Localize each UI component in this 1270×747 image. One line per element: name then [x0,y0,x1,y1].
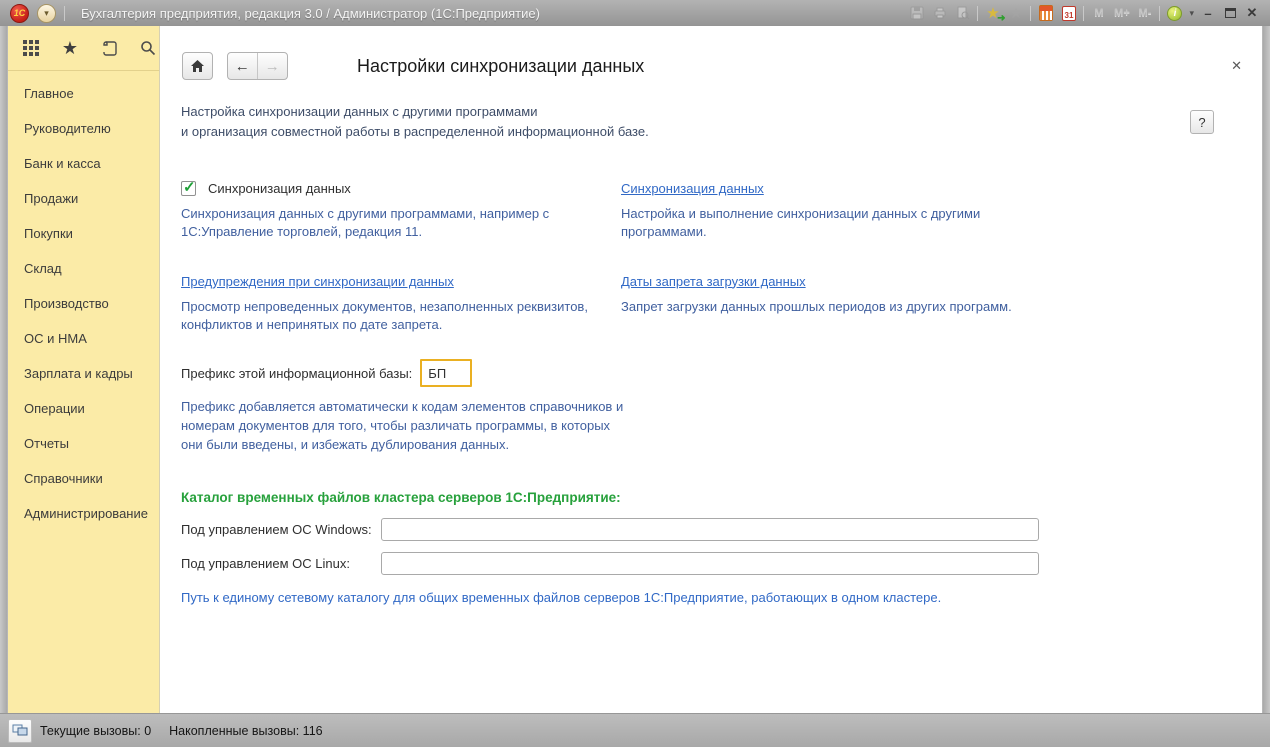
server-calls-icon [12,724,28,738]
memory-recall-button: M [1090,5,1107,22]
sidebar-item-bank-i-kassa[interactable]: Банк и касса [8,146,159,181]
performance-indicator-button[interactable] [8,719,32,743]
save-icon [908,5,925,22]
window-border-left [0,26,8,713]
memory-add-button: M+ [1113,5,1130,22]
print-icon [931,5,948,22]
search-icon[interactable] [139,39,157,57]
titlebar-tools: ★➜ ★ 31 M M+ M- i ▾ – ✕ [908,5,1270,22]
form-close-icon[interactable]: ✕ [1231,58,1242,74]
sync-link-block: Синхронизация данных Настройка и выполне… [621,178,1021,241]
intro-line-1: Настройка синхронизации данных с другими… [181,102,649,122]
app-window: 1С ▾ Бухгалтерия предприятия, редакция 3… [0,0,1270,747]
import-dates-link-desc: Запрет загрузки данных прошлых периодов … [621,298,1071,316]
sync-data-link[interactable]: Синхронизация данных [621,181,764,196]
sidebar-item-glavnoe[interactable]: Главное [8,76,159,111]
import-restriction-dates-link[interactable]: Даты запрета загрузки данных [621,274,806,289]
warnings-link-desc: Просмотр непроведенных документов, незап… [181,298,621,334]
windows-path-input[interactable] [381,518,1039,541]
history-nav-group: ← → [227,52,288,80]
main-content: ← → Настройки синхронизации данных ✕ Нас… [161,26,1262,713]
sidebar-item-sklad[interactable]: Склад [8,251,159,286]
sidebar-item-pokupki[interactable]: Покупки [8,216,159,251]
green-arrow-icon: ➜ [997,13,1005,24]
check-icon: ✓ [183,178,196,196]
main-menu-dropdown-button[interactable]: ▾ [37,4,56,23]
1c-logo-icon: 1С [10,4,29,23]
accumulated-calls-status: Накопленные вызовы: 116 [169,724,322,738]
sidebar-item-spravochniki[interactable]: Справочники [8,461,159,496]
intro-line-2: и организация совместной работы в распре… [181,122,649,142]
home-button[interactable] [182,52,213,80]
close-window-button[interactable]: ✕ [1244,5,1260,21]
memory-subtract-button: M- [1136,5,1153,22]
sidebar-item-rukovoditelyu[interactable]: Руководителю [8,111,159,146]
infobase-prefix-desc: Префикс добавляется автоматически к кода… [181,397,629,454]
home-icon [190,59,205,73]
sections-sidebar: ★ Главное Руководителю Банк и касса Прод… [8,26,160,713]
help-button[interactable]: ? [1190,110,1214,134]
sidebar-menu: Главное Руководителю Банк и касса Продаж… [8,71,159,531]
sync-link-desc: Настройка и выполнение синхронизации дан… [621,205,1021,241]
titlebar-left: 1С ▾ Бухгалтерия предприятия, редакция 3… [0,4,540,23]
info-caret-icon[interactable]: ▾ [1189,8,1194,19]
back-button[interactable]: ← [228,53,258,79]
accumulated-calls-value: 116 [303,724,323,738]
sync-data-checkbox[interactable]: ✓ [181,181,196,196]
minimize-button[interactable]: – [1200,6,1216,21]
sync-checkbox-label: Синхронизация данных [208,181,351,196]
window-title: Бухгалтерия предприятия, редакция 3.0 / … [81,6,540,21]
sync-warnings-link[interactable]: Предупреждения при синхронизации данных [181,274,454,289]
forward-button: → [258,53,288,79]
titlebar-separator [977,6,978,21]
titlebar-separator [64,6,65,21]
sidebar-toolbar: ★ [8,26,159,71]
import-dates-link-block: Даты запрета загрузки данных Запрет загр… [621,271,1071,316]
windows-path-row: Под управлением ОС Windows: [181,518,1039,541]
window-border-right [1262,26,1270,713]
menu-grid-icon[interactable] [22,39,40,57]
intro-text: Настройка синхронизации данных с другими… [181,102,649,142]
linux-path-row: Под управлением ОС Linux: [181,552,1039,575]
sidebar-item-prodazhi[interactable]: Продажи [8,181,159,216]
titlebar: 1С ▾ Бухгалтерия предприятия, редакция 3… [0,0,1270,26]
sidebar-item-otchety[interactable]: Отчеты [8,426,159,461]
titlebar-separator [1030,6,1031,21]
maximize-button[interactable] [1222,6,1238,21]
statusbar: Текущие вызовы: 0 Накопленные вызовы: 11… [0,713,1270,747]
titlebar-separator [1083,6,1084,21]
sidebar-item-zarplata-i-kadry[interactable]: Зарплата и кадры [8,356,159,391]
titlebar-separator [1159,6,1160,21]
sidebar-item-proizvodstvo[interactable]: Производство [8,286,159,321]
sync-checkbox-desc: Синхронизация данных с другими программа… [181,205,611,241]
sidebar-item-administrirovanie[interactable]: Администрирование [8,496,159,531]
info-icon[interactable]: i [1166,5,1183,22]
calculator-icon[interactable] [1037,5,1054,22]
warnings-link-block: Предупреждения при синхронизации данных … [181,271,621,334]
linux-path-input[interactable] [381,552,1039,575]
infobase-prefix-label: Префикс этой информационной базы: [181,366,412,381]
infobase-prefix-row: Префикс этой информационной базы: [181,359,472,387]
page-title: Настройки синхронизации данных [357,56,644,77]
windows-path-label: Под управлением ОС Windows: [181,522,381,537]
infobase-prefix-input[interactable] [420,359,472,387]
current-calls-status: Текущие вызовы: 0 [40,724,151,738]
print-preview-icon [954,5,971,22]
sync-checkbox-block: ✓ Синхронизация данных Синхронизация дан… [181,178,611,241]
current-calls-value: 0 [144,724,151,738]
cluster-section-heading: Каталог временных файлов кластера сервер… [181,490,621,505]
calendar-icon[interactable]: 31 [1060,5,1077,22]
linux-path-label: Под управлением ОС Linux: [181,556,381,571]
cluster-note: Путь к единому сетевому каталогу для общ… [181,590,941,605]
favorites-star-icon[interactable]: ★ [61,39,79,57]
add-to-favorites-icon[interactable]: ★➜ [984,5,1001,22]
favorites-icon: ★ [1007,5,1024,22]
history-icon[interactable] [100,39,118,57]
sidebar-item-os-i-nma[interactable]: ОС и НМА [8,321,159,356]
sidebar-item-operacii[interactable]: Операции [8,391,159,426]
